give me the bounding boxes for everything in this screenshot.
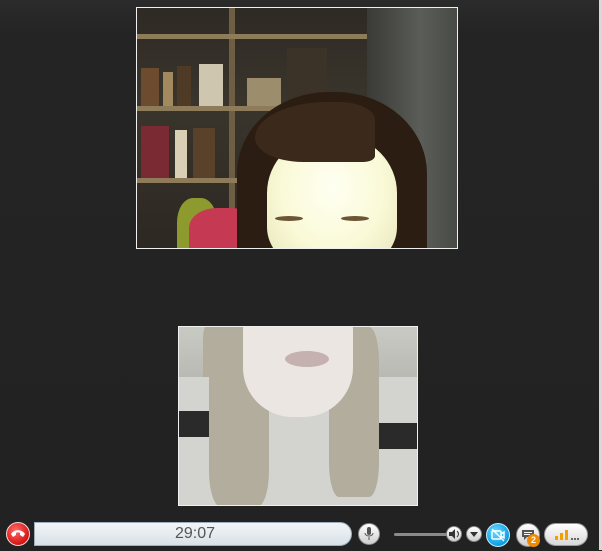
book	[141, 126, 169, 178]
signal-dot	[571, 538, 573, 540]
end-call-button[interactable]	[6, 522, 30, 546]
book	[163, 72, 173, 106]
speaker-icon	[449, 529, 459, 539]
signal-dot	[574, 538, 576, 540]
book	[199, 64, 223, 106]
person-eye	[275, 216, 303, 221]
picture-frame	[247, 78, 281, 106]
toggle-video-button[interactable]	[486, 523, 510, 547]
self-face	[243, 327, 353, 417]
book	[141, 68, 159, 106]
person-eye	[341, 216, 369, 221]
call-timer: 29:07	[34, 522, 352, 546]
volume-menu-button[interactable]	[466, 526, 482, 542]
signal-bar	[555, 536, 558, 540]
book	[175, 130, 187, 178]
mute-button[interactable]	[358, 523, 380, 545]
book	[177, 66, 191, 106]
signal-bar	[560, 533, 563, 540]
volume-slider[interactable]	[394, 533, 448, 536]
video-off-icon	[491, 528, 505, 542]
phone-hangup-icon	[11, 530, 25, 537]
call-timer-text: 29:07	[174, 525, 216, 542]
signal-dot	[577, 538, 579, 540]
self-view-video[interactable]	[178, 326, 418, 506]
microphone-icon	[364, 527, 374, 540]
call-window: 29:07 2	[0, 0, 602, 550]
volume-button[interactable]	[446, 526, 462, 542]
call-quality-button[interactable]	[544, 523, 588, 546]
signal-bar	[565, 530, 568, 540]
bookshelf-shelf	[137, 34, 367, 39]
call-controls-bar: 29:07 2	[0, 518, 599, 550]
self-lips	[285, 351, 329, 367]
remote-video-feed[interactable]	[136, 7, 458, 249]
book	[193, 128, 215, 178]
notification-badge: 2	[527, 534, 540, 547]
